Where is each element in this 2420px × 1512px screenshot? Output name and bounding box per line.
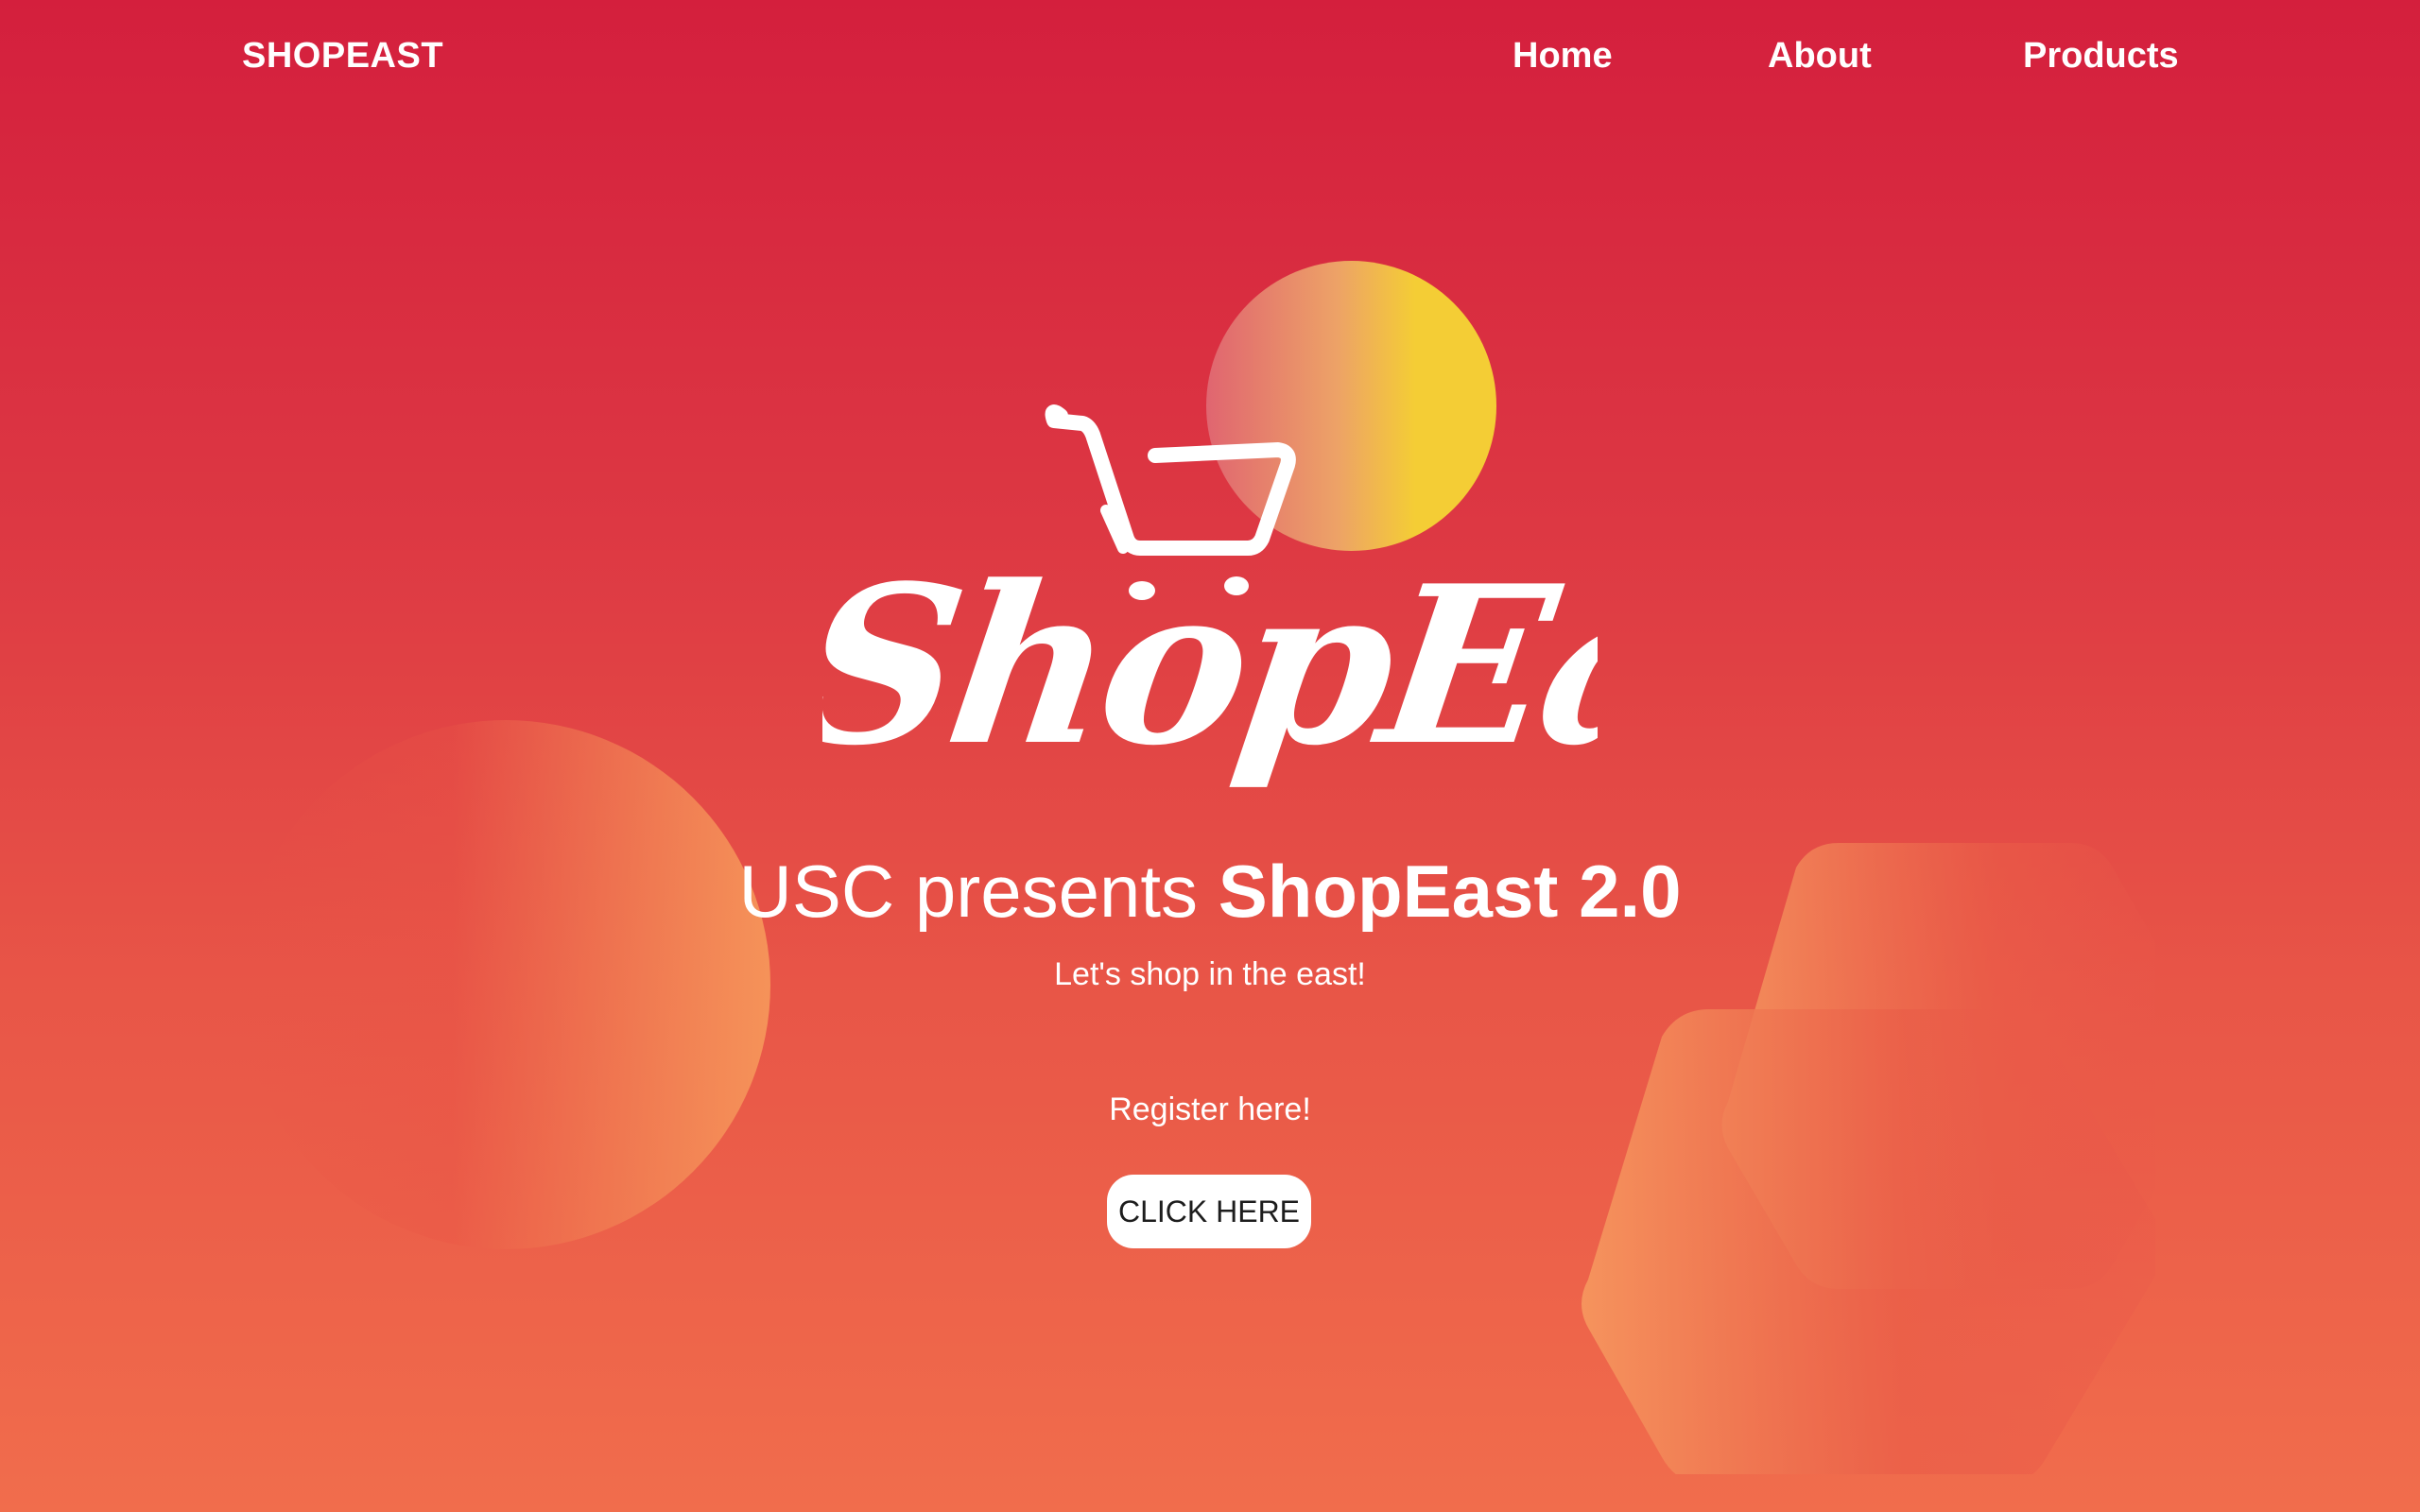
shopeast-logo: ShopEast	[786, 397, 1909, 832]
nav-links: Home About Products	[1418, 36, 2231, 83]
nav-brand[interactable]: SHOPEAST	[242, 36, 443, 77]
register-label: Register here!	[1109, 1091, 1311, 1127]
hero-subtitle: Let's shop in the east!	[1054, 956, 1366, 992]
logo-text: ShopEast	[822, 538, 1598, 794]
shopping-cart-icon: ShopEast	[786, 404, 1909, 794]
hero-title-prefix: USC presents	[738, 850, 1219, 933]
hero-title-strong: ShopEast 2.0	[1218, 850, 1682, 933]
hero-title: USC presents ShopEast 2.0	[0, 844, 2420, 938]
nav-link-products[interactable]: Products	[2023, 36, 2179, 77]
nav-link-about[interactable]: About	[1768, 36, 1872, 77]
nav-link-home[interactable]: Home	[1512, 36, 1613, 77]
hexagon-lower	[1582, 1009, 2163, 1486]
click-here-button[interactable]: CLICK HERE	[1107, 1175, 1311, 1248]
